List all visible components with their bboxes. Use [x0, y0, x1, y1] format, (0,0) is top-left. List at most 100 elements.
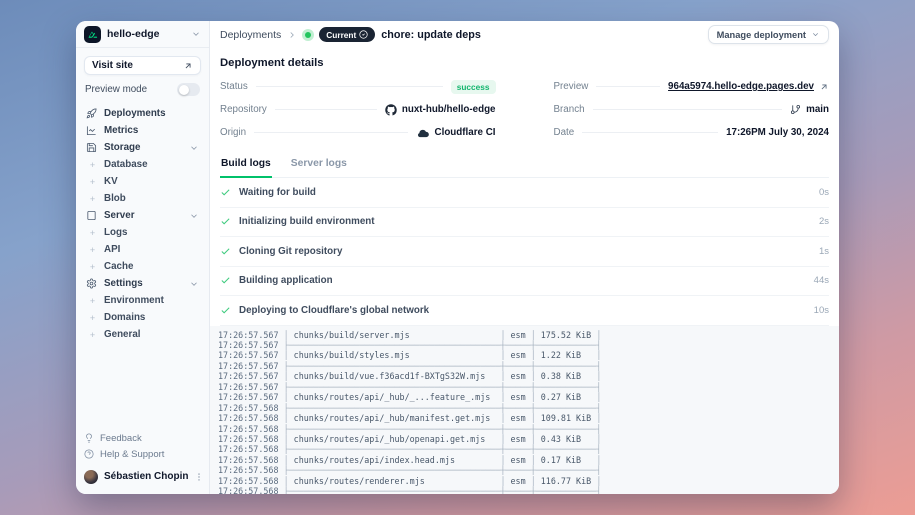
- build-step-row[interactable]: Initializing build environment 2s: [220, 208, 829, 238]
- cloudflare-cloud-icon: [416, 126, 430, 140]
- date-label: Date: [554, 127, 575, 138]
- build-step-row[interactable]: Cloning Git repository 1s: [220, 237, 829, 267]
- sidebar-subitem-label: KV: [104, 176, 118, 187]
- repository-label: Repository: [220, 104, 267, 115]
- plus-marker-icon: +: [89, 177, 96, 187]
- tab-server-logs[interactable]: Server logs: [290, 154, 348, 177]
- build-step-row[interactable]: Waiting for build 0s: [220, 178, 829, 208]
- chevron-down-icon: [811, 30, 820, 39]
- build-step-duration: 0s: [819, 187, 829, 198]
- log-line: 17:26:57.568 │ chunks/routes/api/_hub/op…: [218, 434, 839, 444]
- preview-label: Preview: [554, 81, 589, 92]
- sidebar: hello-edge Visit site Preview mode Deplo…: [76, 21, 210, 494]
- log-separator-line: 17:26:57.568 ├──────────────────────────…: [218, 486, 839, 494]
- sidebar-item-logs[interactable]: + Logs: [82, 224, 203, 241]
- sidebar-item-general[interactable]: + General: [82, 326, 203, 343]
- sidebar-item-database[interactable]: + Database: [82, 156, 203, 173]
- log-separator-line: 17:26:57.567 ├──────────────────────────…: [218, 382, 839, 392]
- sidebar-item-label: Deployments: [104, 108, 199, 119]
- sidebar-item-settings[interactable]: Settings: [82, 275, 203, 292]
- sidebar-item-kv[interactable]: + KV: [82, 173, 203, 190]
- detail-row-date: Date 17:26PM July 30, 2024: [554, 121, 830, 144]
- chevron-down-icon: [189, 211, 199, 221]
- sidebar-subitem-label: Blob: [104, 193, 126, 204]
- build-steps-list: Waiting for build 0s Initializing build …: [210, 178, 839, 326]
- plus-marker-icon: +: [89, 228, 96, 238]
- leader-line: [275, 109, 377, 110]
- sidebar-subitem-label: Database: [104, 159, 148, 170]
- sidebar-item-storage[interactable]: Storage: [82, 139, 203, 156]
- sidebar-item-environment[interactable]: + Environment: [82, 292, 203, 309]
- detail-row-branch: Branch main: [554, 98, 830, 121]
- sidebar-subitem-label: General: [104, 329, 141, 340]
- details-grid: Status success Preview 964a5974.hello-ed…: [220, 75, 829, 144]
- manage-deployment-label: Manage deployment: [717, 30, 806, 40]
- sidebar-item-label: Server: [104, 210, 182, 221]
- log-separator-line: 17:26:57.567 ├──────────────────────────…: [218, 361, 839, 371]
- external-link-icon[interactable]: [819, 82, 829, 92]
- build-step-duration: 44s: [814, 275, 829, 286]
- log-separator-line: 17:26:57.568 ├──────────────────────────…: [218, 465, 839, 475]
- log-line: 17:26:57.567 │ chunks/routes/api/_hub/_.…: [218, 392, 839, 402]
- sidebar-nav: Deployments Metrics Storage + Database +…: [76, 105, 209, 426]
- build-step-row[interactable]: Deploying to Cloudflare's global network…: [220, 296, 829, 326]
- storage-icon: [86, 142, 97, 153]
- chevron-right-icon: [287, 30, 297, 40]
- visit-site-button[interactable]: Visit site: [84, 56, 201, 75]
- server-icon: [86, 210, 97, 221]
- sidebar-item-metrics[interactable]: Metrics: [82, 122, 203, 139]
- sidebar-item-server[interactable]: Server: [82, 207, 203, 224]
- build-step-duration: 2s: [819, 216, 829, 227]
- feedback-button[interactable]: Feedback: [84, 430, 201, 446]
- leader-line: [254, 132, 407, 133]
- leader-line: [582, 132, 718, 133]
- sidebar-subitem-label: Cache: [104, 261, 133, 272]
- help-support-button[interactable]: Help & Support: [84, 446, 201, 462]
- detail-row-repository: Repository nuxt-hub/hello-edge: [220, 98, 496, 121]
- preview-url-link[interactable]: 964a5974.hello-edge.pages.dev: [668, 81, 814, 92]
- sidebar-item-blob[interactable]: + Blob: [82, 190, 203, 207]
- build-log-output[interactable]: 17:26:57.567 │ chunks/build/server.mjs │…: [210, 326, 839, 495]
- branch-label: Branch: [554, 104, 585, 115]
- sidebar-item-label: Storage: [104, 142, 182, 153]
- leader-line: [593, 109, 783, 110]
- branch-value: main: [806, 104, 829, 115]
- current-badge-label: Current: [326, 30, 356, 40]
- manage-deployment-button[interactable]: Manage deployment: [708, 25, 829, 44]
- leader-line: [596, 86, 660, 87]
- build-step-label: Waiting for build: [239, 187, 811, 198]
- sidebar-item-deployments[interactable]: Deployments: [82, 105, 203, 122]
- plus-marker-icon: +: [89, 194, 96, 204]
- chevron-down-icon: [191, 29, 201, 39]
- breadcrumb[interactable]: Deployments: [220, 29, 281, 41]
- kebab-menu-icon[interactable]: [194, 472, 204, 482]
- tab-build-logs[interactable]: Build logs: [220, 154, 272, 178]
- deployment-details-section: Deployment details Status success Previe…: [210, 48, 839, 178]
- deployment-title: chore: update deps: [381, 29, 701, 41]
- site-switcher[interactable]: hello-edge: [76, 21, 209, 48]
- check-icon: [220, 305, 231, 316]
- build-step-row[interactable]: Building application 44s: [220, 267, 829, 297]
- site-name: hello-edge: [107, 28, 185, 40]
- build-step-label: Initializing build environment: [239, 216, 811, 227]
- sidebar-item-domains[interactable]: + Domains: [82, 309, 203, 326]
- toggle-knob: [179, 85, 189, 95]
- help-circle-icon: [84, 449, 94, 459]
- log-separator-line: 17:26:57.568 ├──────────────────────────…: [218, 424, 839, 434]
- app-window: hello-edge Visit site Preview mode Deplo…: [76, 21, 839, 494]
- log-tabs: Build logs Server logs: [220, 154, 829, 178]
- user-menu[interactable]: Sébastien Chopin: [84, 467, 201, 486]
- sidebar-item-cache[interactable]: + Cache: [82, 258, 203, 275]
- sidebar-item-label: Settings: [104, 278, 182, 289]
- check-icon: [220, 187, 231, 198]
- log-line: 17:26:57.567 │ chunks/build/vue.f36acd1f…: [218, 371, 839, 381]
- build-step-duration: 10s: [814, 305, 829, 316]
- repository-value[interactable]: nuxt-hub/hello-edge: [402, 104, 496, 115]
- status-badge: success: [451, 80, 496, 94]
- git-branch-icon: [790, 104, 801, 115]
- plus-marker-icon: +: [89, 245, 96, 255]
- preview-mode-toggle[interactable]: [177, 83, 200, 96]
- detail-row-origin: Origin Cloudflare CI: [220, 121, 496, 144]
- plus-marker-icon: +: [89, 296, 96, 306]
- sidebar-item-api[interactable]: + API: [82, 241, 203, 258]
